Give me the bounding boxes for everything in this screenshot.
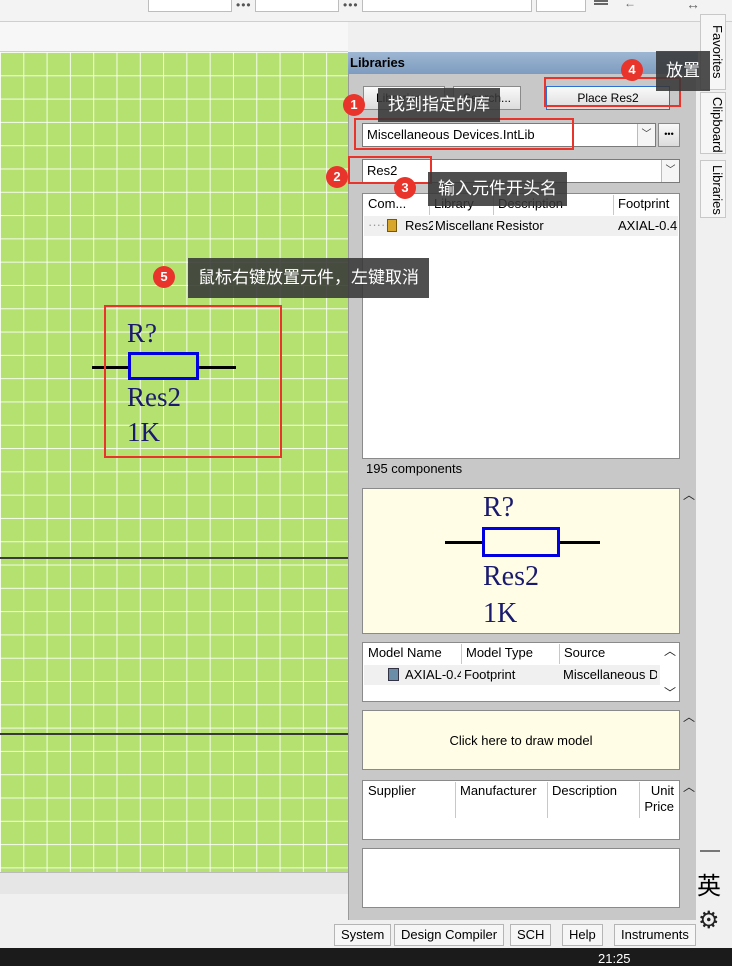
resize-icon[interactable]: ↔ bbox=[686, 0, 700, 12]
callout-2-badge: 2 bbox=[326, 166, 348, 188]
status-instruments[interactable]: Instruments bbox=[614, 924, 696, 946]
toolbar-field[interactable] bbox=[148, 0, 232, 12]
gear-icon[interactable]: ⚙ bbox=[698, 906, 720, 935]
toolbar-field[interactable] bbox=[255, 0, 339, 12]
column-header-footprint[interactable]: Footprint bbox=[614, 195, 678, 215]
schematic-canvas[interactable] bbox=[0, 52, 348, 872]
footprint-icon bbox=[388, 668, 399, 681]
chevron-down-icon[interactable]: ﹀ bbox=[661, 160, 679, 182]
status-sch[interactable]: SCH bbox=[510, 924, 552, 946]
status-design-compiler[interactable]: Design Compiler bbox=[394, 924, 505, 946]
preview-part-value: 1K bbox=[483, 598, 518, 629]
column-header-supplier-description[interactable]: Description bbox=[548, 782, 640, 818]
component-count: 195 components bbox=[366, 461, 463, 476]
column-header-model-name[interactable]: Model Name bbox=[364, 644, 462, 664]
model-row-name: AXIAL-0.4 bbox=[405, 667, 461, 682]
callout-5-badge: 5 bbox=[153, 266, 175, 288]
chevron-down-icon[interactable]: ﹀ bbox=[637, 124, 655, 146]
highlight-box-canvas-part bbox=[104, 305, 282, 458]
document-tab-strip bbox=[0, 22, 348, 52]
callout-5-text: 鼠标右键放置元件，左键取消 bbox=[188, 258, 429, 298]
panel-grip-icon[interactable] bbox=[700, 850, 720, 852]
callout-4-badge: 4 bbox=[621, 59, 643, 81]
model-row-type: Footprint bbox=[464, 667, 516, 682]
status-system[interactable]: System bbox=[334, 924, 392, 946]
clock[interactable]: 21:25 bbox=[598, 951, 631, 966]
chevron-up-icon[interactable]: ︿ bbox=[664, 642, 676, 659]
model-row[interactable]: AXIAL-0.4 Footprint Miscellaneous Device… bbox=[364, 665, 660, 685]
component-row[interactable]: ····· Res2 Miscellaneous Devices.IntLib … bbox=[364, 216, 678, 236]
component-icon bbox=[387, 219, 397, 232]
callout-4-text: 放置 bbox=[656, 51, 710, 91]
side-tab-libraries[interactable]: Libraries bbox=[700, 160, 726, 218]
toolbar-more-icon[interactable]: ••• bbox=[236, 0, 252, 12]
chevron-up-icon[interactable]: ︿ bbox=[683, 486, 695, 503]
side-tab-clipboard[interactable]: Clipboard bbox=[700, 92, 726, 154]
column-header-manufacturer[interactable]: Manufacturer bbox=[456, 782, 548, 818]
arrow-left-icon[interactable]: ← bbox=[624, 0, 636, 10]
sheet-border-line bbox=[0, 557, 348, 559]
toolbar-field[interactable] bbox=[536, 0, 586, 12]
highlight-box-library bbox=[354, 118, 574, 150]
row-description: Resistor bbox=[496, 218, 544, 233]
preview-resistor-body bbox=[482, 527, 560, 557]
chevron-down-icon[interactable]: ﹀ bbox=[664, 684, 676, 701]
chevron-up-icon[interactable]: ︿ bbox=[683, 708, 695, 725]
column-header-source[interactable]: Source bbox=[560, 644, 656, 664]
library-more-button[interactable]: ••• bbox=[658, 123, 680, 147]
ime-indicator[interactable]: 英 bbox=[697, 866, 721, 901]
sheet-border-line bbox=[0, 733, 348, 735]
column-header-unit-price[interactable]: Unit Price bbox=[640, 782, 678, 818]
canvas-scrollbar[interactable] bbox=[0, 872, 348, 894]
menu-icon[interactable] bbox=[594, 0, 608, 5]
column-header-model-type[interactable]: Model Type bbox=[462, 644, 560, 664]
toolbar-more-icon[interactable]: ••• bbox=[343, 0, 359, 12]
status-help[interactable]: Help bbox=[562, 924, 603, 946]
preview-part-name: Res2 bbox=[483, 561, 539, 592]
callout-3-text: 输入元件开头名 bbox=[428, 172, 567, 206]
callout-1-badge: 1 bbox=[343, 94, 365, 116]
supplier-details bbox=[362, 848, 680, 908]
preview-designator: R? bbox=[483, 492, 515, 523]
column-header-component[interactable]: Com... bbox=[364, 195, 430, 215]
callout-3-badge: 3 bbox=[394, 177, 416, 199]
callout-1-text: 找到指定的库 bbox=[378, 88, 500, 122]
row-footprint: AXIAL-0.4 bbox=[618, 218, 678, 233]
draw-model-area[interactable]: Click here to draw model bbox=[362, 710, 680, 770]
row-library: Miscellaneous Devices.IntLib bbox=[435, 218, 493, 233]
toolbar-field[interactable] bbox=[362, 0, 532, 12]
model-row-source: Miscellaneous Devices.IntLib bbox=[563, 667, 657, 682]
column-header-supplier[interactable]: Supplier bbox=[364, 782, 456, 818]
row-component-name: Res2 bbox=[405, 218, 433, 233]
chevron-up-icon[interactable]: ︿ bbox=[683, 778, 695, 795]
highlight-box-filter bbox=[348, 156, 432, 184]
panel-title: Libraries bbox=[348, 52, 698, 74]
